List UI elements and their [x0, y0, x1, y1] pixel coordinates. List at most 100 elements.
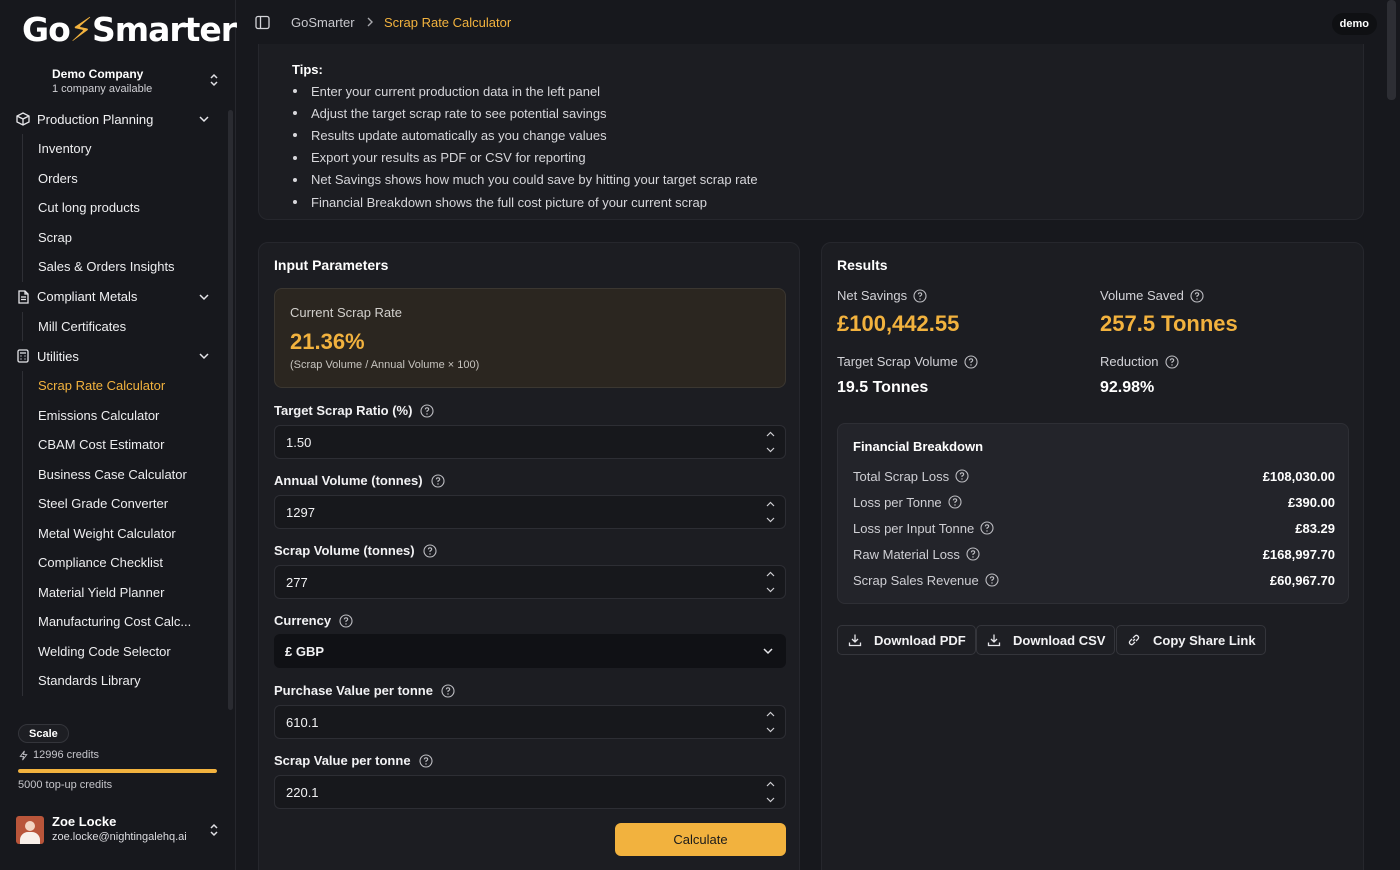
net-savings-label: Net Savings	[837, 288, 927, 303]
user-menu[interactable]: Zoe Locke zoe.locke@nightingalehq.ai	[14, 810, 226, 850]
sidebar-item-mill-certificates[interactable]: Mill Certificates	[23, 312, 228, 342]
breadcrumb-home[interactable]: GoSmarter	[291, 15, 355, 30]
sidebar-item-cbam-cost-estimator[interactable]: CBAM Cost Estimator	[23, 430, 228, 460]
chevron-down-icon[interactable]	[766, 724, 775, 736]
sidebar-item-steel-grade-converter[interactable]: Steel Grade Converter	[23, 489, 228, 519]
sidebar-item-material-yield-planner[interactable]: Material Yield Planner	[23, 578, 228, 608]
copy-share-link-button[interactable]: Copy Share Link	[1116, 625, 1266, 655]
help-icon[interactable]	[964, 354, 978, 369]
scrap-volume-input[interactable]	[274, 565, 786, 599]
sidebar-item-scrap-rate-calculator[interactable]: Scrap Rate Calculator	[23, 371, 228, 401]
chevron-up-down-icon	[208, 72, 220, 91]
help-icon[interactable]	[441, 683, 455, 698]
sidebar-item-compliance-checklist[interactable]: Compliance Checklist	[23, 548, 228, 578]
input-parameters-title: Input Parameters	[274, 257, 389, 273]
help-icon[interactable]	[423, 543, 437, 558]
currency-label: Currency	[274, 613, 353, 628]
avatar	[16, 816, 44, 844]
target-scrap-ratio-input[interactable]	[274, 425, 786, 459]
credits-count: 12996 credits	[18, 749, 99, 761]
help-icon[interactable]	[985, 573, 999, 587]
scrap-value-input[interactable]	[274, 775, 786, 809]
purchase-value-input[interactable]	[274, 705, 786, 739]
download-csv-button[interactable]: Download CSV	[976, 625, 1116, 655]
help-icon[interactable]	[1190, 288, 1204, 303]
help-icon[interactable]	[339, 613, 353, 628]
target-scrap-ratio-stepper[interactable]	[760, 428, 780, 456]
chevron-up-icon[interactable]	[766, 428, 775, 440]
sidebar-item-metal-weight-calculator[interactable]: Metal Weight Calculator	[23, 519, 228, 549]
sidebar-item-emissions-calculator[interactable]: Emissions Calculator	[23, 401, 228, 431]
help-icon[interactable]	[420, 403, 435, 418]
help-icon[interactable]	[966, 547, 980, 561]
sidebar-nav: Production Planning Inventory Orders Cut…	[0, 104, 228, 696]
page-scrollbar[interactable]	[1387, 0, 1396, 100]
scrap-value-stepper[interactable]	[760, 778, 780, 806]
chevron-up-icon[interactable]	[766, 568, 775, 580]
scrap-value-label: Scrap Value per tonne	[274, 753, 433, 768]
nav-section-label: Compliant Metals	[37, 289, 138, 304]
currency-select[interactable]: £ GBP	[274, 634, 786, 668]
help-icon[interactable]	[980, 521, 994, 535]
sidebar-item-scrap[interactable]: Scrap	[23, 223, 228, 253]
download-icon	[987, 634, 1001, 647]
company-name: Demo Company	[52, 67, 144, 81]
sidebar-scrollbar[interactable]	[228, 110, 233, 710]
currency-value: £ GBP	[285, 643, 325, 659]
plan-badge: Scale	[18, 724, 69, 743]
chevron-up-icon[interactable]	[766, 778, 775, 790]
help-icon[interactable]	[913, 288, 927, 303]
results-title: Results	[837, 257, 888, 273]
chevron-up-icon[interactable]	[766, 498, 775, 510]
chevron-up-down-icon	[208, 822, 220, 841]
calculate-button[interactable]: Calculate	[615, 823, 786, 856]
help-icon[interactable]	[430, 473, 445, 488]
company-switcher[interactable]: Demo Company 1 company available	[14, 62, 226, 102]
sidebar-item-welding-code-selector[interactable]: Welding Code Selector	[23, 637, 228, 667]
help-icon[interactable]	[955, 469, 969, 483]
download-pdf-button[interactable]: Download PDF	[837, 625, 976, 655]
help-icon[interactable]	[1164, 354, 1179, 369]
annual-volume-input[interactable]	[274, 495, 786, 529]
nav-group-production-planning: Inventory Orders Cut long products Scrap…	[22, 134, 228, 282]
table-row: Raw Material Loss £168,997.70	[853, 544, 1335, 564]
sidebar-item-business-case-calculator[interactable]: Business Case Calculator	[23, 460, 228, 490]
purchase-value-stepper[interactable]	[760, 708, 780, 736]
box-icon	[16, 112, 30, 126]
chevron-up-icon[interactable]	[766, 708, 775, 720]
topup-credits: 5000 top-up credits	[18, 779, 113, 791]
nav-section-utilities[interactable]: Utilities	[0, 341, 228, 371]
link-icon	[1128, 634, 1140, 646]
nav-section-label: Production Planning	[37, 111, 154, 127]
chevron-down-icon[interactable]	[766, 794, 775, 806]
nav-section-compliant-metals[interactable]: Compliant Metals	[0, 282, 228, 312]
current-scrap-rate-value: 21.36%	[290, 329, 365, 354]
download-icon	[848, 634, 862, 647]
help-icon[interactable]	[418, 753, 433, 768]
chevron-down-icon[interactable]	[766, 514, 775, 526]
document-icon	[16, 289, 30, 304]
chevron-down-icon[interactable]	[766, 444, 775, 456]
sidebar-item-orders[interactable]: Orders	[23, 164, 228, 194]
net-savings-value: £100,442.55	[837, 311, 960, 336]
credits-text: 12996 credits	[33, 749, 100, 761]
list-item: Results update automatically as you chan…	[292, 124, 758, 146]
calculator-icon	[16, 349, 30, 363]
sidebar-item-standards-library[interactable]: Standards Library	[23, 666, 228, 696]
user-name: Zoe Locke	[52, 814, 117, 829]
purchase-value-label: Purchase Value per tonne	[274, 683, 455, 698]
sidebar-toggle-icon[interactable]	[255, 15, 270, 33]
annual-volume-stepper[interactable]	[760, 498, 780, 526]
sidebar-item-manufacturing-cost-calc[interactable]: Manufacturing Cost Calc...	[23, 607, 228, 637]
sidebar-item-sales-orders-insights[interactable]: Sales & Orders Insights	[23, 252, 228, 282]
chevron-down-icon[interactable]	[766, 584, 775, 596]
sidebar-item-cut-long-products[interactable]: Cut long products	[23, 193, 228, 223]
tips-list: Enter your current production data in th…	[292, 80, 758, 213]
sidebar-item-inventory[interactable]: Inventory	[23, 134, 228, 164]
nav-section-production-planning[interactable]: Production Planning	[0, 104, 228, 134]
help-icon[interactable]	[948, 495, 962, 509]
breakdown-value: £390.00	[1288, 494, 1335, 510]
list-item: Enter your current production data in th…	[292, 80, 758, 102]
scrap-volume-stepper[interactable]	[760, 568, 780, 596]
gosmarter-logo[interactable]: Go⚡Smarter	[22, 10, 237, 49]
